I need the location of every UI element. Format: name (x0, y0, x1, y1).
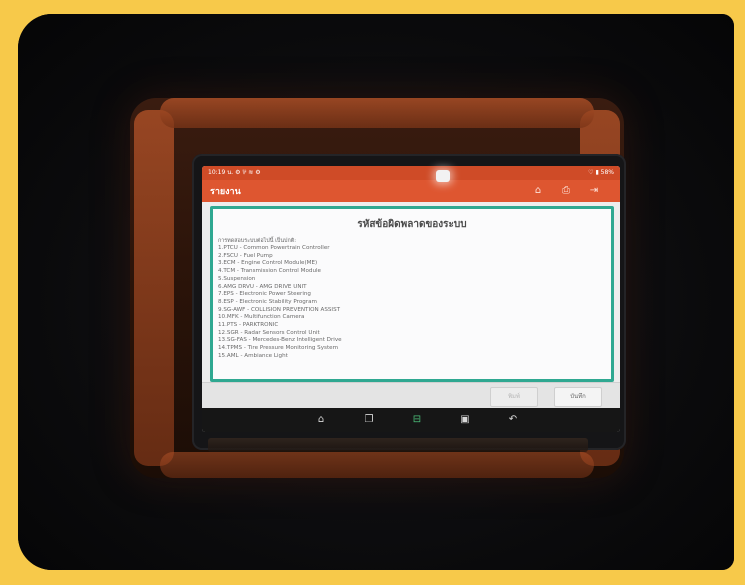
list-item: 9.SG-AWF - COLLISION PREVENTION ASSIST (218, 306, 341, 313)
list-item: 1.PTCU - Common Powertrain Controller (218, 245, 330, 251)
report-heading: รหัสข้อผิดพลาดของระบบ (357, 219, 467, 230)
action-bar: พิมพ์ บันทึก (202, 382, 620, 409)
list-item: 12.SGR - Radar Sensors Control Unit (218, 329, 320, 336)
status-time: 10:19 น. ⚙ ⅌ ≋ ⚙ (208, 169, 261, 176)
back-icon[interactable]: ↶ (506, 413, 520, 427)
list-item: 5.Suspension (218, 275, 256, 282)
tablet-screen: 10:19 น. ⚙ ⅌ ≋ ⚙ ♡ ▮ 58% รายงาน ⌂ ⎙ ⇥ รห… (202, 166, 620, 432)
report-panel: รหัสข้อผิดพลาดของระบบ การทดสอบระบบต่อไปน… (210, 206, 614, 382)
list-item: 15.AML - Ambiance Light (218, 352, 288, 359)
list-item: 10.MFK - Multifunction Camera (218, 314, 305, 321)
vci-icon[interactable]: ⊟ (410, 413, 424, 427)
report-intro: การทดสอบระบบต่อไปนี้ เป็นปกติ: (218, 238, 297, 244)
list-item: 3.ECM - Engine Control Module(ME) (218, 260, 318, 267)
camera-glare (436, 170, 450, 182)
list-item: 6.AMG DRVU - AMG DRIVE UNIT (218, 283, 307, 290)
case-lower-edge (208, 438, 588, 452)
home-icon[interactable]: ⌂ (314, 413, 328, 427)
status-bar: 10:19 น. ⚙ ⅌ ≋ ⚙ ♡ ▮ 58% (202, 166, 620, 180)
list-item: 4.TCM - Transmission Control Module (218, 268, 321, 275)
save-button[interactable]: บันทึก (554, 387, 602, 407)
exit-icon[interactable]: ⇥ (588, 185, 600, 197)
battery-indicator: ♡ ▮ 58% (588, 169, 614, 176)
home-icon[interactable]: ⌂ (532, 185, 544, 197)
app-bar: รายงาน ⌂ ⎙ ⇥ (202, 180, 620, 202)
list-item: 11.PTS - PARKTRONIC (218, 322, 279, 329)
page-title: รายงาน (210, 187, 241, 197)
print-button[interactable]: พิมพ์ (490, 387, 538, 407)
android-nav-bar: ⌂ ❐ ⊟ ▣ ↶ (202, 408, 620, 432)
fault-code-list: 1.PTCU - Common Powertrain Controller 2.… (218, 245, 342, 361)
list-item: 7.EPS - Electronic Power Steering (218, 291, 311, 298)
recent-apps-icon[interactable]: ❐ (362, 413, 376, 427)
list-item: 14.TPMS - Tire Pressure Monitoring Syste… (218, 345, 339, 352)
list-item: 13.SG-FAS - Mercedes-Benz Intelligent Dr… (218, 337, 342, 344)
screenshot-icon[interactable]: ▣ (458, 413, 472, 427)
list-item: 2.FSCU - Fuel Pump (218, 252, 273, 259)
print-icon[interactable]: ⎙ (560, 185, 572, 197)
list-item: 8.ESP - Electronic Stability Program (218, 298, 317, 305)
